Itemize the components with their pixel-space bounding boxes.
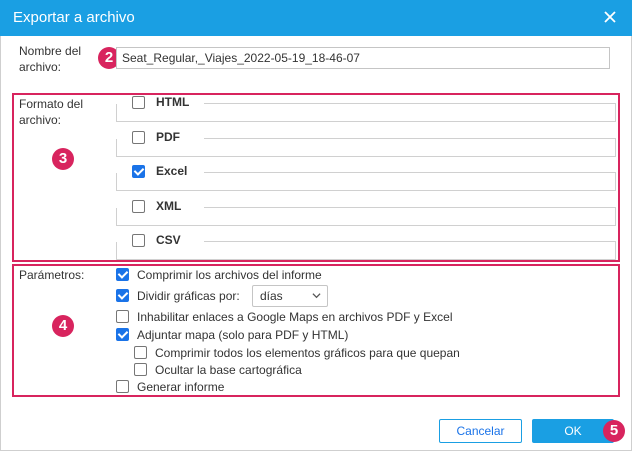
generate-report-checkbox[interactable] [116,380,129,393]
format-csv-line [204,241,616,242]
format-excel-line [204,172,616,173]
format-pdf-label: PDF [156,130,186,144]
badge-5: 5 [603,420,625,442]
format-html-line [204,103,616,104]
close-icon[interactable] [602,9,618,25]
badge-4: 4 [52,315,74,337]
format-option-xml[interactable]: XML [116,199,616,228]
compress-graphics-checkbox[interactable] [134,346,147,359]
dialog-title: Exportar a archivo [13,9,135,26]
attach-map-checkbox[interactable] [116,328,129,341]
format-pdf-checkbox[interactable] [132,131,145,144]
split-charts-value: días [260,289,283,303]
format-pdf-line [204,138,616,139]
hide-base-label: Ocultar la base cartográfica [155,363,302,377]
format-csv-frame [116,242,616,260]
format-option-csv[interactable]: CSV [116,233,616,262]
generate-report-label: Generar informe [137,380,225,394]
format-option-excel[interactable]: Excel [116,164,616,193]
format-xml-label: XML [156,199,188,213]
badge-3: 3 [52,148,74,170]
params-label: Parámetros: [19,268,85,282]
format-csv-label: CSV [156,233,187,247]
format-html-label: HTML [156,95,196,109]
compress-reports-label: Comprimir los archivos del informe [137,268,322,282]
chevron-down-icon [312,293,321,299]
compress-graphics-label: Comprimir todos los elementos gráficos p… [155,346,460,360]
format-xml-frame [116,208,616,226]
split-charts-checkbox[interactable] [116,289,129,302]
format-xml-checkbox[interactable] [132,200,145,213]
format-xml-line [204,207,616,208]
attach-map-label: Adjuntar mapa (solo para PDF y HTML) [137,328,349,342]
ok-button[interactable]: OK [532,419,614,443]
compress-reports-checkbox[interactable] [116,268,129,281]
cancel-button[interactable]: Cancelar [439,419,522,443]
format-option-pdf[interactable]: PDF [116,130,616,159]
hide-base-checkbox[interactable] [134,363,147,376]
format-pdf-frame [116,139,616,157]
dialog-titlebar: Exportar a archivo [0,0,632,36]
disable-links-checkbox[interactable] [116,310,129,323]
split-charts-label: Dividir gráficas por: [137,289,240,303]
format-excel-checkbox[interactable] [132,165,145,178]
format-csv-checkbox[interactable] [132,234,145,247]
format-excel-label: Excel [156,164,194,178]
filename-input[interactable]: Seat_Regular,_Viajes_2022-05-19_18-46-07 [116,47,610,69]
split-charts-select[interactable]: días [252,285,328,307]
format-html-checkbox[interactable] [132,96,145,109]
format-label: Formato del archivo: [19,97,84,127]
disable-links-label: Inhabilitar enlaces a Google Maps en arc… [137,310,453,324]
filename-label: Nombre del archivo: [19,44,82,74]
format-option-html[interactable]: HTML [116,95,616,124]
